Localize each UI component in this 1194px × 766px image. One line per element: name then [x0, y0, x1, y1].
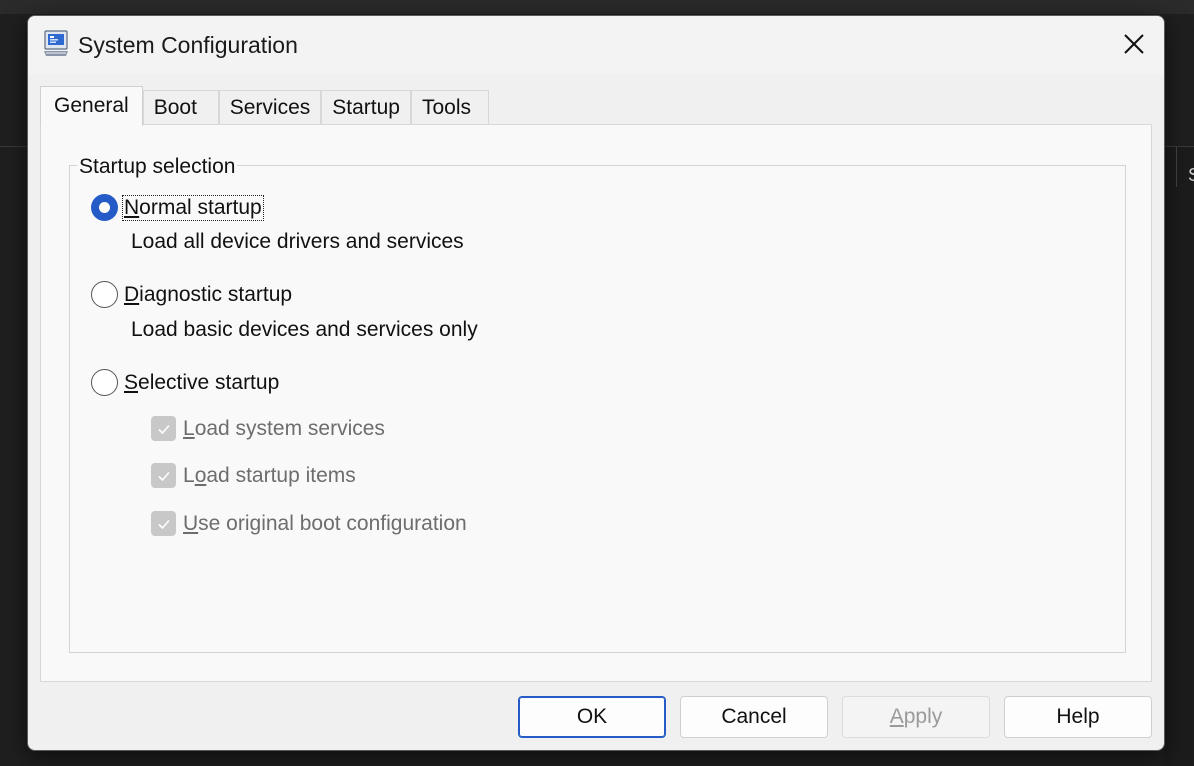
background-divider	[0, 146, 28, 147]
checkbox-checked-disabled[interactable]	[151, 511, 176, 536]
radio-button[interactable]	[91, 281, 118, 308]
close-icon	[1124, 34, 1144, 54]
radio-button[interactable]	[91, 369, 118, 396]
cancel-button[interactable]: Cancel	[680, 696, 828, 738]
background-taskbar	[0, 0, 1194, 14]
group-title: Startup selection	[77, 155, 238, 179]
diagnostic-startup-description: Load basic devices and services only	[131, 318, 478, 341]
diagnostic-startup-label: Diagnostic startup	[124, 282, 293, 306]
window-title: System Configuration	[78, 32, 298, 58]
background-text: S	[1188, 165, 1194, 186]
system-configuration-dialog: System Configuration General Boot Servic…	[27, 15, 1165, 751]
use-original-boot-configuration-label: Use original boot configuration	[183, 511, 467, 535]
normal-startup-description: Load all device drivers and services	[131, 230, 464, 253]
apply-button[interactable]: Apply	[842, 696, 990, 738]
radio-diagnostic-startup[interactable]: Diagnostic startup	[91, 281, 293, 308]
checkmark-icon	[157, 519, 170, 529]
normal-startup-label: Normal startup	[122, 194, 264, 221]
ok-button[interactable]: OK	[518, 696, 666, 738]
close-button[interactable]	[1110, 22, 1158, 66]
checkmark-icon	[157, 471, 170, 481]
checkbox-use-original-boot-configuration[interactable]: Use original boot configuration	[151, 511, 467, 536]
load-startup-items-label: Load startup items	[183, 463, 356, 487]
radio-selective-startup[interactable]: Selective startup	[91, 369, 280, 396]
tab-strip: General Boot Services Startup Tools	[40, 86, 489, 126]
checkbox-load-startup-items[interactable]: Load startup items	[151, 463, 356, 488]
tab-services[interactable]: Services	[218, 90, 322, 126]
background-window: S	[1164, 146, 1194, 766]
load-system-services-label: Load system services	[183, 416, 385, 440]
help-button[interactable]: Help	[1004, 696, 1152, 738]
tab-general[interactable]: General	[40, 86, 143, 126]
radio-button-checked[interactable]	[91, 194, 118, 221]
tab-boot[interactable]: Boot	[142, 90, 219, 126]
general-tab-panel: Startup selection Normal startup Load al…	[40, 124, 1152, 682]
checkmark-icon	[157, 424, 170, 434]
checkbox-checked-disabled[interactable]	[151, 416, 176, 441]
checkbox-checked-disabled[interactable]	[151, 463, 176, 488]
checkbox-load-system-services[interactable]: Load system services	[151, 416, 385, 441]
title-bar: System Configuration	[28, 16, 1164, 74]
tab-tools[interactable]: Tools	[410, 90, 489, 126]
background-divider	[1176, 147, 1177, 187]
tab-startup[interactable]: Startup	[321, 90, 411, 126]
msconfig-computer-icon	[44, 30, 68, 56]
selective-startup-label: Selective startup	[124, 370, 280, 394]
radio-normal-startup[interactable]: Normal startup	[91, 194, 264, 221]
